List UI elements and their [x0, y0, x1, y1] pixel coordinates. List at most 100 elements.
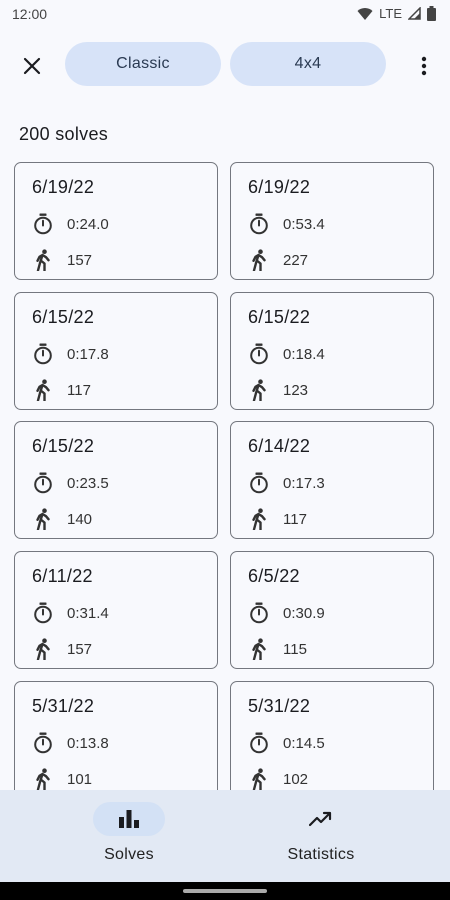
status-time: 12:00 [12, 6, 48, 22]
solves-count: 200 solves [19, 124, 109, 144]
stopwatch-icon [250, 602, 268, 624]
solve-date: 6/15/22 [32, 307, 95, 327]
walking-person-icon [36, 249, 50, 271]
solve-moves: 227 [283, 251, 309, 269]
stopwatch-icon [250, 343, 268, 365]
stopwatch-icon [34, 732, 52, 754]
solve-date: 6/19/22 [248, 177, 311, 197]
solve-time-row: 0:13.8 [33, 732, 109, 754]
walking-person-icon [36, 768, 50, 790]
network-type: LTE [379, 6, 402, 21]
more-vert-icon [421, 56, 427, 76]
solve-time-row: 0:53.4 [249, 213, 325, 235]
solve-date: 6/5/22 [248, 566, 300, 586]
puzzle-type-chip[interactable]: Classic [65, 42, 221, 86]
solve-moves: 157 [67, 640, 93, 658]
solve-date: 6/15/22 [32, 436, 95, 456]
solve-moves: 140 [67, 510, 93, 528]
solve-moves-row: 101 [33, 768, 92, 790]
solve-time: 0:30.9 [283, 604, 325, 622]
nav-label-solves: Solves [104, 846, 154, 863]
solve-card[interactable]: 6/11/22 0:31.4 157 [14, 551, 218, 669]
solve-moves-row: 157 [33, 638, 92, 660]
stopwatch-icon [250, 472, 268, 494]
solve-date: 6/15/22 [248, 307, 311, 327]
solve-moves: 117 [283, 510, 307, 528]
nav-icon-container [285, 802, 357, 836]
stopwatch-icon [34, 213, 52, 235]
solve-moves-row: 115 [249, 638, 307, 660]
solve-time-row: 0:24.0 [33, 213, 109, 235]
walking-person-icon [36, 638, 50, 660]
solve-date: 6/14/22 [248, 436, 311, 456]
gesture-bar [0, 882, 450, 900]
walking-person-icon [252, 638, 266, 660]
stopwatch-icon [34, 472, 52, 494]
status-bar: 12:00 LTE [0, 0, 450, 30]
solve-time: 0:13.8 [67, 734, 109, 752]
close-icon [23, 57, 41, 75]
signal-icon [408, 7, 421, 20]
solve-moves-row: 140 [33, 508, 92, 530]
status-icons: LTE [357, 6, 436, 21]
solve-card[interactable]: 6/19/22 0:53.4 227 [230, 162, 434, 280]
solve-moves: 117 [67, 381, 91, 399]
solve-time-row: 0:30.9 [249, 602, 325, 624]
solve-card[interactable]: 5/31/22 0:14.5 102 [230, 681, 434, 790]
solve-time-row: 0:31.4 [33, 602, 109, 624]
solve-card[interactable]: 6/19/22 0:24.0 157 [14, 162, 218, 280]
solve-time-row: 0:14.5 [249, 732, 325, 754]
bottom-navigation: Solves Statistics [0, 790, 450, 882]
solve-moves: 115 [283, 640, 307, 658]
stopwatch-icon [34, 602, 52, 624]
puzzle-size-chip[interactable]: 4x4 [230, 42, 386, 86]
walking-person-icon [252, 508, 266, 530]
solve-moves-row: 227 [249, 249, 308, 271]
walking-person-icon [252, 249, 266, 271]
battery-icon [427, 6, 436, 21]
nav-active-indicator [93, 802, 165, 836]
walking-person-icon [252, 768, 266, 790]
solve-time: 0:17.3 [283, 474, 325, 492]
home-gesture-handle[interactable] [183, 889, 267, 893]
solve-time: 0:23.5 [67, 474, 109, 492]
solve-moves-row: 102 [249, 768, 308, 790]
solve-time: 0:18.4 [283, 345, 325, 363]
solve-date: 5/31/22 [248, 696, 311, 716]
wifi-icon [357, 7, 373, 20]
solve-date: 6/19/22 [32, 177, 95, 197]
solve-time-row: 0:17.8 [33, 343, 109, 365]
nav-item-statistics[interactable]: Statistics [246, 802, 396, 864]
top-bar: Classic 4x4 [0, 40, 450, 90]
stopwatch-icon [250, 213, 268, 235]
solve-moves-row: 157 [33, 249, 92, 271]
solve-moves-row: 117 [33, 379, 91, 401]
walking-person-icon [36, 508, 50, 530]
solves-grid: 6/19/22 0:24.0 157 6/19/22 0:53.4 227 6/… [14, 162, 437, 790]
close-button[interactable] [18, 52, 46, 80]
solve-time-row: 0:17.3 [249, 472, 325, 494]
solve-time: 0:14.5 [283, 734, 325, 752]
solve-date: 6/11/22 [32, 566, 93, 586]
solve-moves: 123 [283, 381, 309, 399]
more-options-button[interactable] [410, 52, 438, 80]
solve-moves: 102 [283, 770, 309, 788]
solve-card[interactable]: 6/15/22 0:17.8 117 [14, 292, 218, 410]
solve-time: 0:24.0 [67, 215, 109, 233]
solve-card[interactable]: 6/5/22 0:30.9 115 [230, 551, 434, 669]
nav-item-solves[interactable]: Solves [54, 802, 204, 864]
solve-moves: 101 [67, 770, 93, 788]
bar-chart-icon [119, 810, 139, 828]
solve-card[interactable]: 6/14/22 0:17.3 117 [230, 421, 434, 539]
solve-date: 5/31/22 [32, 696, 95, 716]
solve-time: 0:17.8 [67, 345, 109, 363]
solve-time-row: 0:23.5 [33, 472, 109, 494]
solve-moves: 157 [67, 251, 93, 269]
solve-time: 0:31.4 [67, 604, 109, 622]
solve-moves-row: 117 [249, 508, 307, 530]
walking-person-icon [36, 379, 50, 401]
solve-card[interactable]: 5/31/22 0:13.8 101 [14, 681, 218, 790]
solve-card[interactable]: 6/15/22 0:18.4 123 [230, 292, 434, 410]
solve-time-row: 0:18.4 [249, 343, 325, 365]
solve-card[interactable]: 6/15/22 0:23.5 140 [14, 421, 218, 539]
